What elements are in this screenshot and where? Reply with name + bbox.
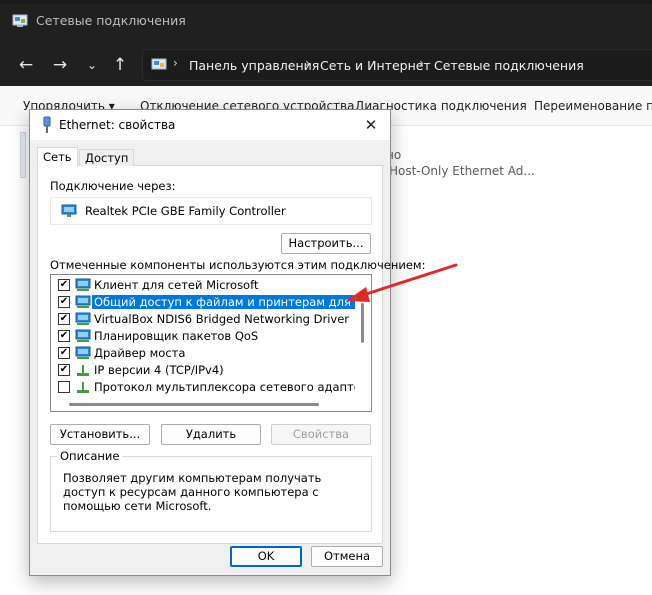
protocol-icon [77, 365, 89, 376]
components-label: Отмеченные компоненты используются этим … [50, 258, 426, 272]
component-label: Общий доступ к файлам и принтерам для се… [92, 295, 371, 309]
network-connections-icon [12, 14, 28, 27]
network-service-icon [75, 329, 91, 342]
protocol-icon [77, 382, 89, 393]
breadcrumb-chevron-icon: › [173, 56, 178, 70]
breadcrumb-network-connections[interactable]: Сетевые подключения [434, 58, 584, 73]
explorer-title-bar: Сетевые подключения [0, 0, 652, 44]
address-bar[interactable]: › Панель управления › Сеть и Интернет › … [142, 49, 652, 81]
breadcrumb-chevron-icon: › [419, 56, 424, 70]
remove-button[interactable]: Удалить [161, 424, 261, 445]
ok-button[interactable]: OK [230, 546, 302, 567]
description-text: Позволяет другим компьютерам получать до… [63, 471, 322, 513]
address-row: ← → ⌄ ↑ › Панель управления › Сеть и Инт… [0, 44, 652, 86]
list-item[interactable]: ✔ Общий доступ к файлам и принтерам для … [51, 294, 371, 311]
list-item[interactable]: ✔ IP версии 4 (TCP/IPv4) [51, 362, 349, 379]
component-checkbox[interactable]: ✔ [58, 347, 70, 359]
component-checkbox[interactable]: ✔ [58, 279, 70, 291]
network-service-icon [75, 346, 91, 359]
close-icon[interactable]: ✕ [358, 114, 384, 136]
file-printer-sharing-icon [75, 295, 91, 308]
breadcrumb-control-panel[interactable]: Панель управления [189, 58, 319, 73]
dialog-title: Ethernet: свойства [59, 118, 176, 132]
background-adapter-text: Host-Only Ethernet Ad... [389, 164, 535, 178]
recent-chevron-down-icon[interactable]: ⌄ [80, 53, 104, 77]
tab-network[interactable]: Сеть [37, 147, 78, 167]
component-label: VirtualBox NDIS6 Bridged Networking Driv… [94, 312, 350, 326]
vertical-scroll-thumb[interactable] [361, 303, 364, 343]
properties-button[interactable]: Свойства [271, 424, 371, 445]
install-button[interactable]: Установить... [50, 424, 150, 445]
breadcrumb-network-internet[interactable]: Сеть и Интернет [320, 58, 431, 73]
list-item[interactable]: ✔ Клиент для сетей Microsoft [51, 277, 349, 294]
adapter-field: Realtek PCIe GBE Family Controller [50, 197, 372, 225]
component-label: Клиент для сетей Microsoft [94, 278, 259, 292]
network-tab-page: Подключение через: Realtek PCIe GBE Fami… [37, 166, 425, 544]
component-checkbox[interactable]: ✔ [58, 330, 70, 342]
list-item[interactable]: ✔ VirtualBox NDIS6 Bridged Networking Dr… [51, 311, 349, 328]
rename-command[interactable]: Переименование под [534, 99, 652, 113]
component-label: IP версии 4 (TCP/IPv4) [94, 363, 224, 377]
list-item[interactable]: ✔ Драйвер моста [51, 345, 349, 362]
component-checkbox[interactable] [58, 381, 70, 393]
up-arrow-icon[interactable]: ↑ [108, 53, 132, 77]
adapter-name: Realtek PCIe GBE Family Controller [85, 204, 286, 218]
network-client-icon [75, 278, 91, 291]
list-horizontal-scrollbar[interactable] [51, 397, 371, 411]
description-legend: Описание [57, 449, 123, 463]
description-group: Описание Позволяет другим компьютерам по… [50, 449, 372, 532]
component-checkbox[interactable]: ✔ [58, 364, 70, 376]
cancel-button[interactable]: Отмена [311, 546, 383, 567]
list-item[interactable]: ✔ Планировщик пакетов QoS [51, 328, 349, 345]
forward-arrow-icon[interactable]: → [48, 53, 72, 77]
title-bar-edge [0, 0, 652, 4]
list-item[interactable]: Протокол мультиплексора сетевого адаптер… [51, 379, 371, 396]
breadcrumb-chevron-icon: › [305, 56, 310, 70]
horizontal-scroll-thumb[interactable] [69, 403, 319, 406]
explorer-window-title: Сетевые подключения [36, 13, 186, 28]
connection-item-icon [20, 132, 26, 178]
component-label: Планировщик пакетов QoS [94, 329, 259, 343]
connect-using-label: Подключение через: [50, 179, 176, 193]
back-arrow-icon[interactable]: ← [14, 53, 38, 77]
component-checkbox[interactable]: ✔ [58, 296, 70, 308]
dialog-title-bar: Ethernet: свойства ✕ [30, 110, 390, 140]
ethernet-cable-icon [43, 116, 51, 133]
components-list[interactable]: ✔ Клиент для сетей Microsoft ✔ Общий дос… [50, 274, 372, 412]
network-service-icon [75, 312, 91, 325]
network-adapter-icon [61, 204, 77, 217]
tab-sharing[interactable]: Доступ [79, 149, 135, 166]
list-vertical-scrollbar[interactable] [355, 275, 371, 397]
ethernet-properties-dialog: Ethernet: свойства ✕ Сеть Доступ Подключ… [29, 109, 425, 576]
configure-button[interactable]: Настроить... [281, 233, 371, 254]
control-panel-icon [151, 58, 167, 70]
component-checkbox[interactable]: ✔ [58, 313, 70, 325]
component-label: Протокол мультиплексора сетевого адаптер… [94, 380, 372, 394]
component-label: Драйвер моста [94, 346, 186, 360]
